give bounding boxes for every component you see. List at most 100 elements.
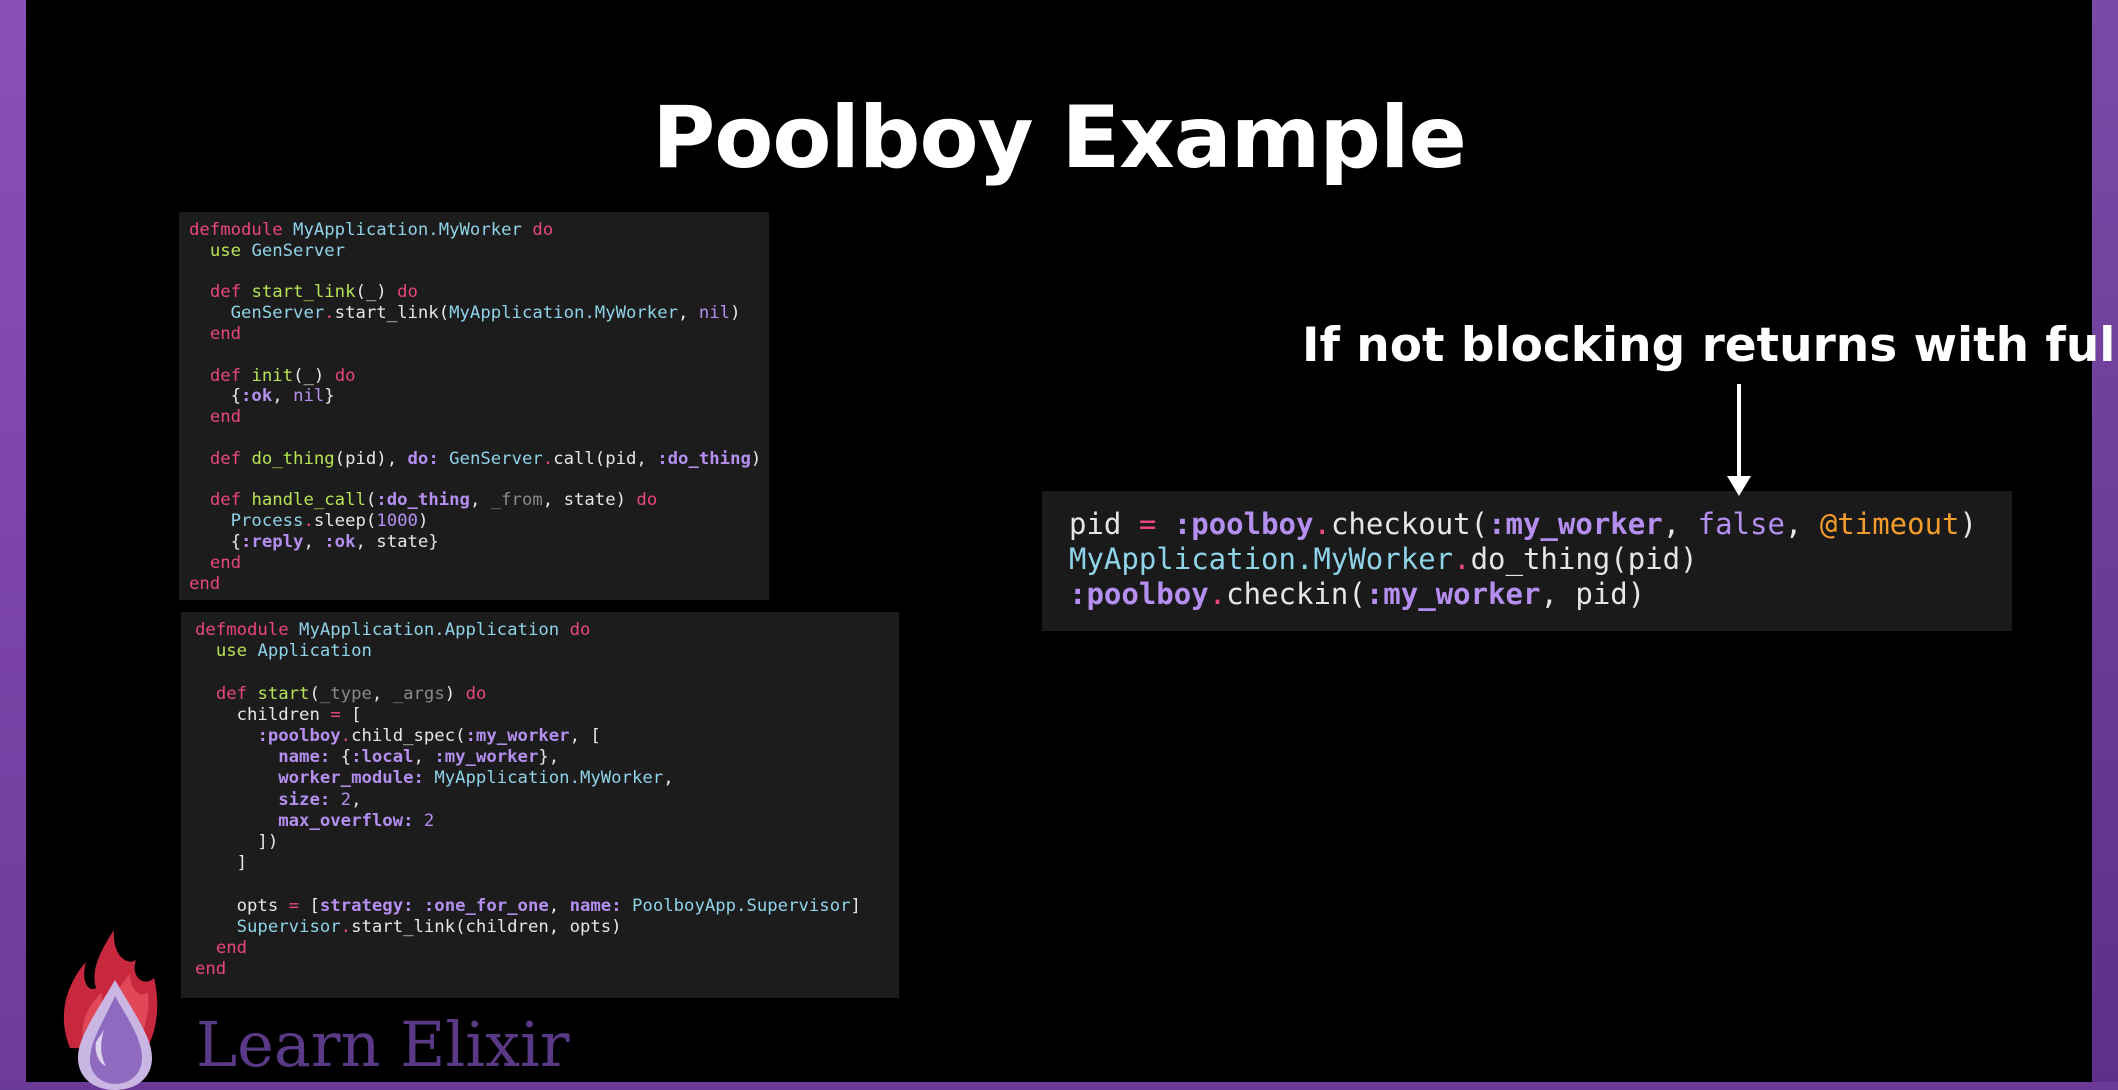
code-token: MyApplication.Application bbox=[299, 620, 560, 640]
code-token: _args bbox=[392, 683, 445, 704]
code-token: (_) bbox=[355, 282, 398, 303]
code-token: ] bbox=[850, 895, 861, 916]
code-token: ) bbox=[444, 683, 466, 704]
code-token: MyApplication.MyWorker bbox=[449, 303, 679, 324]
code-token: . bbox=[542, 448, 554, 469]
code-token: 2 bbox=[423, 810, 435, 831]
code-token: :one_for_one bbox=[423, 895, 549, 916]
code-token: GenServer bbox=[251, 240, 346, 261]
code-token: GenServer bbox=[449, 448, 543, 469]
code-line: MyApplication.MyWorker.do_thing(pid) bbox=[1069, 542, 2012, 577]
annotation-text: If not blocking returns with full bbox=[1302, 318, 2118, 373]
code-token: Supervisor bbox=[236, 916, 341, 937]
code-token: :my_worker bbox=[1365, 577, 1541, 611]
code-line: Process.sleep(1000) bbox=[189, 511, 769, 532]
code-token: 2 bbox=[340, 789, 352, 810]
code-token: (pid), bbox=[334, 448, 408, 469]
code-token: def bbox=[215, 683, 248, 704]
code-line: ]) bbox=[195, 832, 899, 853]
code-token: :poolboy bbox=[1173, 507, 1314, 541]
code-token: { bbox=[330, 747, 352, 768]
code-token: _from bbox=[490, 490, 543, 511]
code-line: defmodule MyApplication.Application do bbox=[195, 620, 899, 641]
code-line: defmodule MyApplication.MyWorker do bbox=[189, 220, 769, 241]
code-token: ( bbox=[365, 490, 377, 511]
code-token: do_thing bbox=[251, 448, 335, 469]
code-line: def do_thing(pid), do: GenServer.call(pi… bbox=[189, 449, 769, 470]
code-token: . bbox=[340, 916, 352, 937]
code-line: worker_module: MyApplication.MyWorker, bbox=[195, 768, 899, 789]
code-token: _type bbox=[319, 683, 372, 704]
code-token: :do_thing bbox=[376, 490, 470, 511]
code-token: :ok bbox=[324, 531, 356, 552]
code-token: def bbox=[209, 448, 242, 469]
code-token: sleep( bbox=[313, 511, 377, 532]
code-token: PoolboyApp.Supervisor bbox=[632, 895, 851, 916]
code-token: strategy: bbox=[319, 895, 414, 916]
code-token: ]) bbox=[195, 832, 279, 853]
code-line: use Application bbox=[195, 641, 899, 662]
code-token: name: bbox=[278, 747, 331, 768]
code-token: checkin( bbox=[1226, 577, 1366, 611]
code-token: , bbox=[413, 747, 435, 768]
code-token: , bbox=[371, 683, 393, 704]
brand-name: Learn Elixir bbox=[196, 1008, 570, 1081]
code-token: checkout( bbox=[1330, 507, 1489, 541]
application-code: defmodule MyApplication.Application do u… bbox=[181, 612, 899, 980]
code-token: { bbox=[189, 531, 242, 552]
code-token: :local bbox=[351, 747, 414, 768]
code-token: use bbox=[215, 641, 248, 662]
code-line: end bbox=[189, 324, 769, 345]
code-token: end bbox=[209, 407, 242, 428]
code-token: . bbox=[1453, 542, 1471, 576]
code-token: MyApplication.MyWorker bbox=[293, 220, 522, 240]
code-token: handle_call bbox=[251, 490, 366, 511]
code-line: ] bbox=[195, 853, 899, 874]
code-line: Supervisor.start_link(children, opts) bbox=[195, 917, 899, 938]
code-token: , state) bbox=[542, 490, 637, 511]
code-token: :poolboy bbox=[1069, 577, 1209, 611]
worker-code-block: defmodule MyApplication.MyWorker do use … bbox=[179, 212, 769, 600]
code-token: , bbox=[272, 386, 294, 407]
code-token: defmodule bbox=[195, 620, 289, 640]
code-token: }, bbox=[538, 747, 560, 768]
code-token: Process bbox=[230, 511, 304, 532]
code-line: end bbox=[189, 407, 769, 428]
code-token: call(pid, bbox=[553, 448, 658, 469]
code-token: . bbox=[1208, 577, 1227, 611]
code-token: start_link( bbox=[334, 303, 450, 324]
code-token: . bbox=[324, 303, 335, 324]
code-token: ] bbox=[195, 853, 248, 874]
code-token: pid bbox=[1069, 507, 1139, 541]
code-line: end bbox=[195, 959, 899, 980]
checkout-code: pid = :poolboy.checkout(:my_worker, fals… bbox=[1042, 491, 2012, 612]
code-token: , bbox=[1662, 507, 1698, 541]
code-token: , pid) bbox=[1540, 577, 1646, 611]
code-token: :my_worker bbox=[465, 726, 570, 747]
code-line: GenServer.start_link(MyApplication.MyWor… bbox=[189, 303, 769, 324]
code-token: do bbox=[532, 220, 554, 240]
